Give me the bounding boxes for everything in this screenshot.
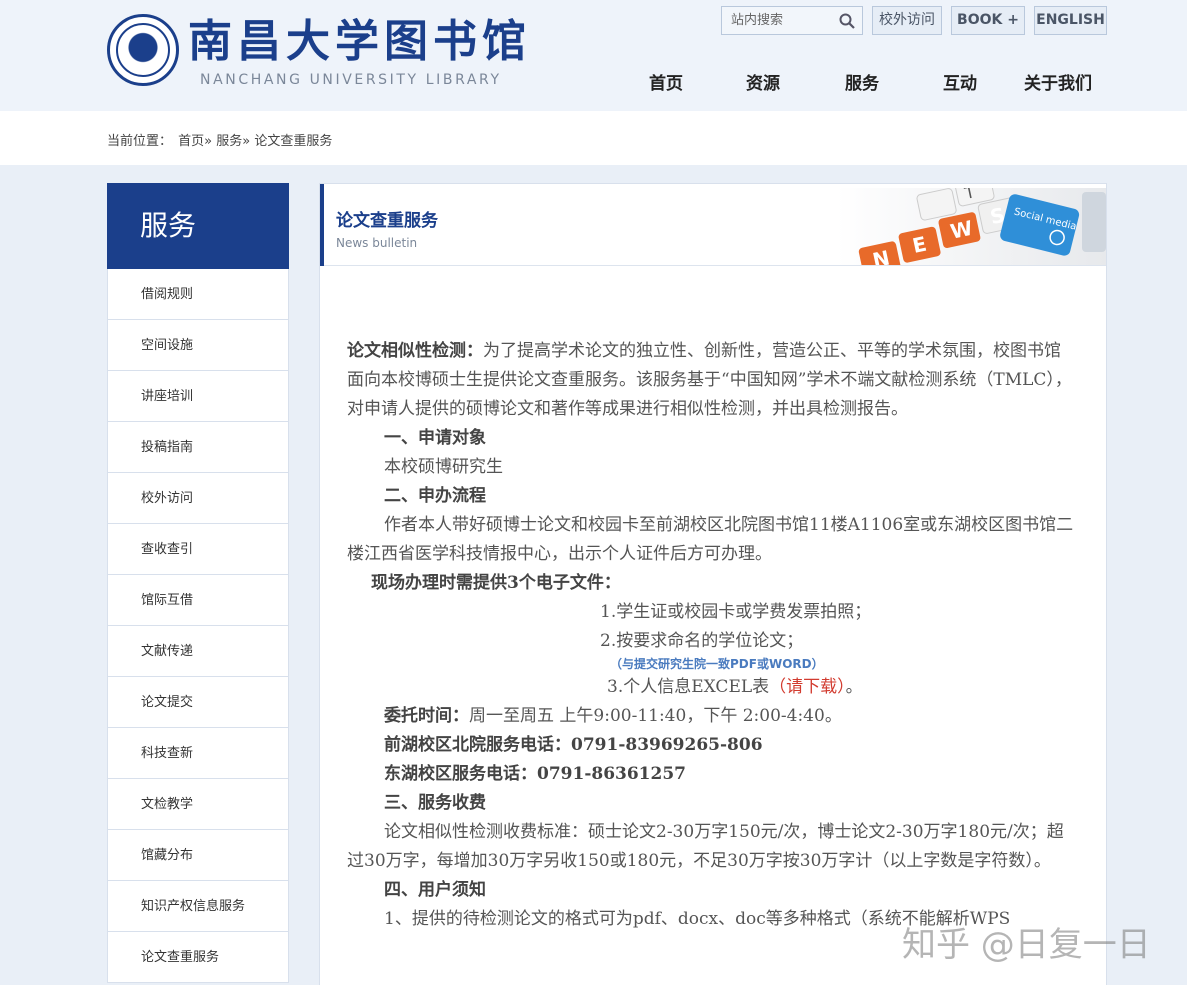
download-link[interactable]: （请下载） xyxy=(769,677,846,697)
sidebar-item-plagiarism-check[interactable]: 论文查重服务 xyxy=(107,932,289,983)
section-4-title: 四、用户须知 xyxy=(384,880,486,900)
site-header: 南昌大学图书馆 NANCHANG UNIVERSITY LIBRARY 校外访问… xyxy=(0,0,1187,111)
university-emblem-logo[interactable] xyxy=(107,14,179,86)
emblem-tree-icon xyxy=(116,23,170,77)
section-3-title: 三、服务收费 xyxy=(384,793,486,813)
article-body: 论文相似性检测：为了提高学术论文的独立性、创新性，营造公正、平等的学术氛围，校图… xyxy=(347,337,1077,934)
sidebar-item-off-campus-access[interactable]: 校外访问 xyxy=(107,473,289,524)
off-campus-access-button[interactable]: 校外访问 xyxy=(872,6,942,35)
section-2-text: 作者本人带好硕博士论文和校园卡至前湖校区北院图书馆11楼A1106室或东湖校区图… xyxy=(347,515,1074,564)
page-title: 论文查重服务 xyxy=(336,211,438,231)
required-file-1: 1.学生证或校园卡或学费发票拍照； xyxy=(600,602,872,622)
service-hours: 委托时间：周一至周五 上午9:00-11:40，下午 2:00-4:40。 xyxy=(347,702,1077,731)
nav-resources[interactable]: 资源 xyxy=(746,69,780,94)
breadcrumb-bar: 当前位置： 首页» 服务» 论文查重服务 xyxy=(0,111,1187,165)
header-accent-bar xyxy=(320,184,324,266)
search-icon[interactable] xyxy=(839,13,855,29)
book-plus-button[interactable]: BOOK + xyxy=(951,6,1025,35)
section-3-text: 论文相似性检测收费标准：硕士论文2-30万字150元/次，博士论文2-30万字1… xyxy=(347,822,1064,871)
main-content-panel: 论文查重服务 News bulletin N E W S T Social me… xyxy=(319,183,1107,985)
intro-paragraph: 论文相似性检测：为了提高学术论文的独立性、创新性，营造公正、平等的学术氛围，校图… xyxy=(347,337,1077,424)
content-header: 论文查重服务 News bulletin N E W S T Social me… xyxy=(320,184,1106,266)
required-file-2-note: （与提交研究生院一致PDF或WORD） xyxy=(610,657,824,671)
english-button[interactable]: ENGLISH xyxy=(1034,6,1107,35)
nav-home[interactable]: 首页 xyxy=(649,69,683,94)
search-box xyxy=(721,6,863,35)
sidebar-item-ip-info-service[interactable]: 知识产权信息服务 xyxy=(107,881,289,932)
sidebar-item-novelty-search[interactable]: 科技查新 xyxy=(107,728,289,779)
library-name-cn[interactable]: 南昌大学图书馆 xyxy=(188,14,531,70)
section-1-title: 一、申请对象 xyxy=(384,428,486,448)
news-keyboard-banner-image: N E W S T Social media xyxy=(836,188,1106,265)
section-2-title: 二、申办流程 xyxy=(384,486,486,506)
phone-donghu: 东湖校区服务电话：0791-86361257 xyxy=(384,764,686,784)
section-1-text: 本校硕博研究生 xyxy=(384,457,503,477)
service-hours-text: 周一至周五 上午9:00-11:40，下午 2:00-4:40。 xyxy=(469,706,842,726)
nav-interaction[interactable]: 互动 xyxy=(943,69,977,94)
sidebar-item-collection-distribution[interactable]: 馆藏分布 xyxy=(107,830,289,881)
sidebar-title: 服务 xyxy=(107,183,289,269)
sidebar-item-retrieval-teaching[interactable]: 文检教学 xyxy=(107,779,289,830)
sidebar-item-thesis-submission[interactable]: 论文提交 xyxy=(107,677,289,728)
sidebar-item-lectures-training[interactable]: 讲座培训 xyxy=(107,371,289,422)
search-input[interactable] xyxy=(722,7,834,34)
required-file-3-text: 3.个人信息EXCEL表 xyxy=(607,677,770,697)
required-file-3: 3.个人信息EXCEL表（请下载）。 xyxy=(347,673,1077,702)
breadcrumb: 当前位置： 首页» 服务» 论文查重服务 xyxy=(107,130,334,149)
nav-services[interactable]: 服务 xyxy=(845,69,879,94)
required-file-3-suffix: 。 xyxy=(845,677,863,697)
phone-qianhu: 前湖校区北院服务电话：0791-83969265-806 xyxy=(384,735,763,755)
page-subtitle: News bulletin xyxy=(336,236,418,250)
nav-about-us[interactable]: 关于我们 xyxy=(1024,69,1092,94)
sidebar-item-borrowing-rules[interactable]: 借阅规则 xyxy=(107,269,289,320)
required-files-title: 现场办理时需提供3个电子文件： xyxy=(371,573,621,593)
library-name-en: NANCHANG UNIVERSITY LIBRARY xyxy=(200,72,502,88)
sidebar-item-citation-search[interactable]: 查收查引 xyxy=(107,524,289,575)
breadcrumb-label: 当前位置： xyxy=(107,134,173,149)
sidebar-item-document-delivery[interactable]: 文献传递 xyxy=(107,626,289,677)
zhihu-watermark: 知乎 @日复一日 xyxy=(902,925,1151,965)
sidebar: 服务 借阅规则 空间设施 讲座培训 投稿指南 校外访问 查收查引 馆际互借 文献… xyxy=(107,183,289,983)
service-hours-label: 委托时间： xyxy=(384,706,469,726)
sidebar-item-submission-guide[interactable]: 投稿指南 xyxy=(107,422,289,473)
sidebar-item-space-facilities[interactable]: 空间设施 xyxy=(107,320,289,371)
required-file-2: 2.按要求命名的学位论文； xyxy=(600,631,804,651)
sidebar-item-interlibrary-loan[interactable]: 馆际互借 xyxy=(107,575,289,626)
intro-label: 论文相似性检测： xyxy=(347,341,483,361)
breadcrumb-path[interactable]: 首页» 服务» 论文查重服务 xyxy=(178,134,332,149)
